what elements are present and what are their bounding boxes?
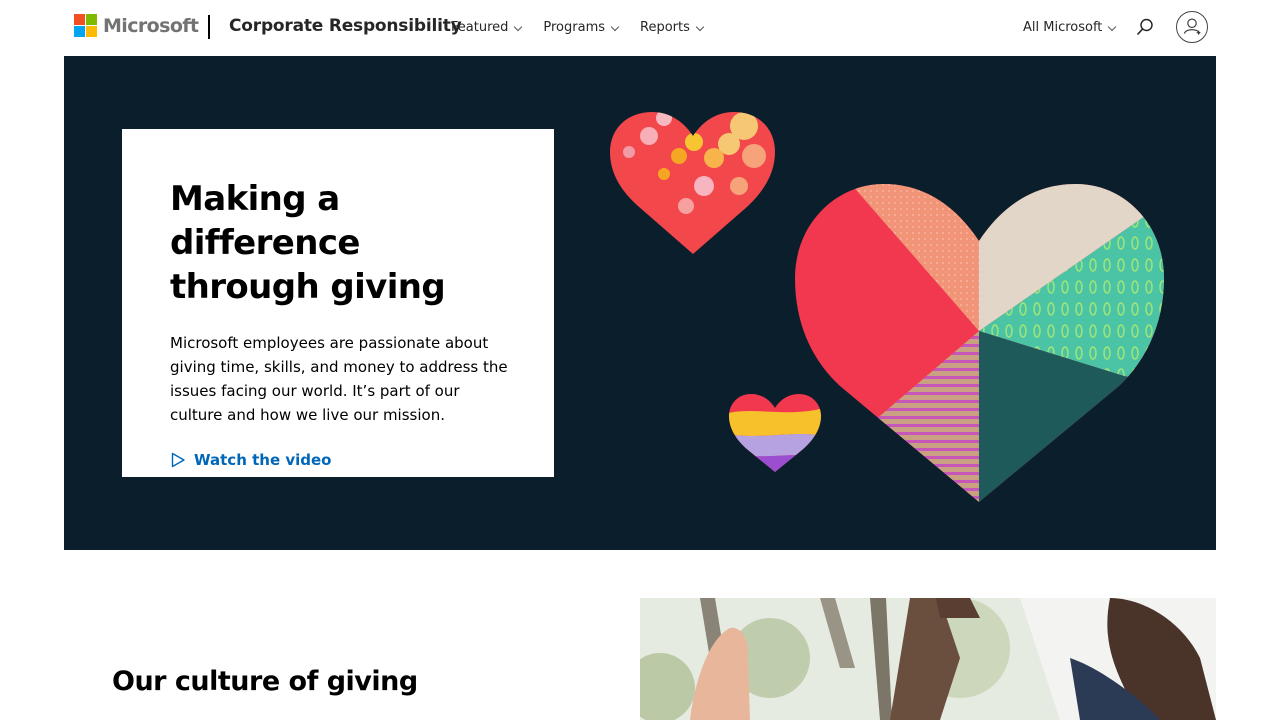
nav-reports-label: Reports [640,20,690,35]
play-icon [171,452,185,468]
nav-featured[interactable]: Featured [451,20,523,35]
nav-reports[interactable]: Reports [640,20,705,35]
microsoft-logo-icon [74,14,97,37]
all-microsoft-menu[interactable]: All Microsoft [1023,20,1117,35]
search-icon[interactable] [1136,18,1154,36]
chevron-down-icon [610,22,620,31]
nav-programs-label: Programs [543,20,606,35]
small-heart-dots [610,112,775,254]
main-nav: Featured Programs Reports [451,20,725,35]
chevron-down-icon [1108,22,1117,31]
watch-video-link[interactable]: Watch the video [170,451,514,469]
hero-title: Making a difference through giving [170,179,446,307]
big-heart [795,184,1164,502]
culture-section-title: Our culture of giving [112,666,418,697]
nav-programs[interactable]: Programs [543,20,620,35]
chevron-down-icon [514,22,523,31]
people-celebrating-image [640,598,1216,720]
culture-photo [640,598,1216,720]
nav-featured-label: Featured [451,20,509,35]
header-divider [208,15,210,39]
hero-banner: Making a difference through giving Micro… [64,56,1216,550]
microsoft-logo[interactable]: Microsoft [74,14,199,37]
all-microsoft-label: All Microsoft [1023,20,1103,35]
chevron-down-icon [695,22,705,31]
microsoft-wordmark: Microsoft [103,14,199,37]
site-header: Microsoft Corporate Responsibility Featu… [0,0,1280,56]
small-heart-layers [729,394,821,472]
account-icon[interactable] [1176,11,1208,43]
site-title-link[interactable]: Corporate Responsibility [229,16,462,36]
hero-card: Making a difference through giving Micro… [122,129,554,477]
hero-description: Microsoft employees are passionate about… [170,334,508,424]
watch-video-label: Watch the video [194,451,332,469]
